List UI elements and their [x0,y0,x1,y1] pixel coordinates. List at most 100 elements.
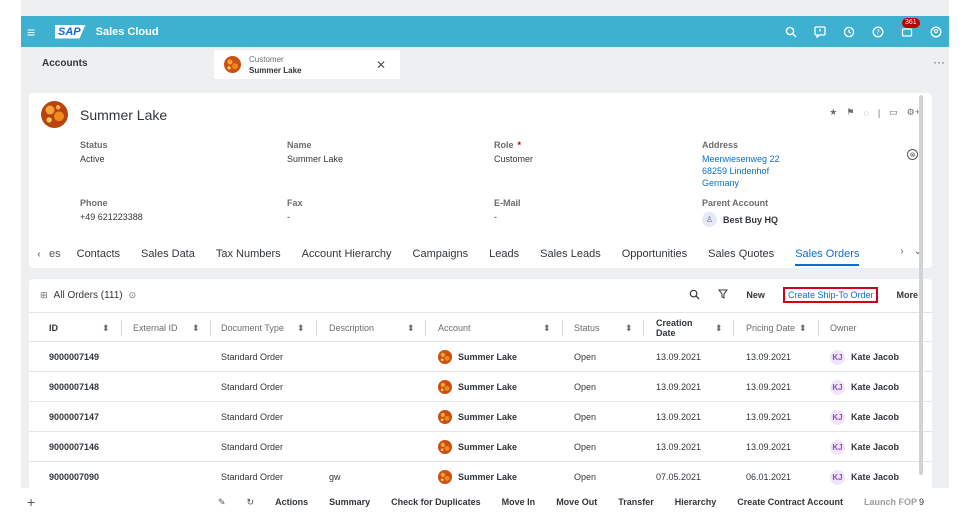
search-icon[interactable] [784,25,798,39]
actions-button[interactable]: Actions [275,497,308,508]
sap-logo[interactable]: SAP [55,24,86,39]
column-header-account[interactable]: Account [438,313,471,343]
sort-icon[interactable]: ⬍ [102,323,110,334]
search-icon[interactable] [689,289,700,302]
column-separator[interactable] [818,320,819,336]
cell-owner[interactable]: KJ Kate Jacob [830,372,899,402]
cell-pricing-date: 13.09.2021 [746,432,791,462]
column-separator[interactable] [121,320,122,336]
settings-icon[interactable]: ⚙+ [907,107,920,118]
table-row[interactable]: 9000007090 Standard Order gw Summer Lake Ope… [29,462,932,489]
column-header-id[interactable]: ID [49,313,58,343]
column-header-external-id[interactable]: External ID [133,313,178,343]
sort-icon[interactable]: ⬍ [297,323,305,334]
column-separator[interactable] [210,320,211,336]
more-button[interactable]: More [896,290,918,300]
column-separator[interactable] [733,320,734,336]
overflow-icon[interactable]: ··· [933,55,945,69]
cell-order-id[interactable]: 9000007090 [49,462,99,489]
tab-campaigns[interactable]: Campaigns [413,248,469,260]
tab-leads[interactable]: Leads [489,248,519,260]
sort-icon[interactable]: ⬍ [715,323,723,334]
tab-opportunities[interactable]: Opportunities [622,248,687,260]
column-separator[interactable] [562,320,563,336]
collapse-icon[interactable]: ⊗ [907,149,918,160]
tab-sales-orders[interactable]: Sales Orders [795,248,860,266]
feedback-icon[interactable] [813,25,827,39]
help-icon[interactable]: ? [871,25,885,39]
chevron-left-icon[interactable]: ‹ [29,249,49,260]
menu-icon[interactable]: ≡ [27,25,47,39]
refresh-icon[interactable]: ↻ [247,497,255,508]
cell-owner[interactable]: KJ Kate Jacob [830,402,899,432]
move-out-button[interactable]: Move Out [556,497,597,508]
chevron-down-icon[interactable]: ⊙ [129,290,137,301]
tab-sales-data[interactable]: Sales Data [141,248,195,260]
add-icon[interactable]: + [27,494,35,510]
cell-account[interactable]: Summer Lake [438,462,517,489]
cell-owner[interactable]: KJ Kate Jacob [830,462,899,489]
sort-icon[interactable]: ⬍ [543,323,551,334]
cell-order-id[interactable]: 9000007147 [49,402,99,432]
column-header-status[interactable]: Status [574,313,600,343]
flag-icon[interactable]: ⚑ [846,107,854,118]
cell-account[interactable]: Summer Lake [438,342,517,372]
cell-owner[interactable]: KJ Kate Jacob [830,432,899,462]
cell-pricing-date: 13.09.2021 [746,372,791,402]
view-selector[interactable]: All Orders (111) [54,290,123,301]
user-icon[interactable] [929,25,943,39]
new-button[interactable]: New [746,290,765,300]
tab-tax-numbers[interactable]: Tax Numbers [216,248,281,260]
parent-account-link[interactable]: ♙ Best Buy HQ [702,212,778,227]
tab-accounts[interactable]: Accounts [42,58,88,69]
sort-icon[interactable]: ⬍ [799,323,807,334]
close-icon[interactable]: ✕ [376,58,386,72]
tab-previous[interactable]: es [49,248,61,260]
cell-order-id[interactable]: 9000007149 [49,342,99,372]
tab-sales-quotes[interactable]: Sales Quotes [708,248,774,260]
edit-icon[interactable]: ✎ [218,497,226,508]
chevron-right-icon[interactable]: › [900,246,903,257]
favorite-icon[interactable]: ★ [829,107,837,118]
column-header-creation-date[interactable]: Creation Date [656,313,711,343]
table-row[interactable]: 9000007147 Standard Order Summer Lake Open 1… [29,402,932,432]
cell-owner[interactable]: KJ Kate Jacob [830,342,899,372]
column-header-document-type[interactable]: Document Type [221,313,284,343]
cell-account[interactable]: Summer Lake [438,372,517,402]
tab-customer-summer-lake[interactable]: Customer Summer Lake ✕ [214,50,400,79]
history-icon[interactable] [842,25,856,39]
cell-account[interactable]: Summer Lake [438,402,517,432]
filter-icon[interactable] [718,289,729,301]
notification-icon[interactable]: 361 [900,17,920,39]
tab-account-hierarchy[interactable]: Account Hierarchy [302,248,392,260]
cell-order-id[interactable]: 9000007146 [49,432,99,462]
tab-sales-leads[interactable]: Sales Leads [540,248,601,260]
check-duplicates-button[interactable]: Check for Duplicates [391,497,481,508]
create-contract-account-button[interactable]: Create Contract Account [737,497,843,508]
column-header-owner[interactable]: Owner [830,313,857,343]
scrollbar[interactable] [919,95,923,475]
cell-order-id[interactable]: 9000007148 [49,372,99,402]
column-separator[interactable] [425,320,426,336]
table-row[interactable]: 9000007146 Standard Order Summer Lake Open 1… [29,432,932,462]
column-header-pricing-date[interactable]: Pricing Date [746,313,796,343]
tab-contacts[interactable]: Contacts [77,248,120,260]
table-row[interactable]: 9000007149 Standard Order Summer Lake Open 1… [29,342,932,372]
create-ship-to-order-button[interactable]: Create Ship-To Order [782,287,879,303]
move-in-button[interactable]: Move In [502,497,536,508]
column-separator[interactable] [643,320,644,336]
sort-icon[interactable]: ⬍ [407,323,415,334]
cell-account[interactable]: Summer Lake [438,432,517,462]
hierarchy-button[interactable]: Hierarchy [675,497,717,508]
chat-icon[interactable]: ▭ [889,107,898,118]
launch-fop-button[interactable]: Launch FOP [864,497,917,508]
table-row[interactable]: 9000007148 Standard Order Summer Lake Open 1… [29,372,932,402]
transfer-button[interactable]: Transfer [618,497,654,508]
column-separator[interactable] [316,320,317,336]
sort-icon[interactable]: ⬍ [192,323,200,334]
column-header-description[interactable]: Description [329,313,374,343]
sort-icon[interactable]: ⬍ [625,323,633,334]
address-link[interactable]: Meerwiesenweg 22 68259 Lindenhof Germany [702,153,780,189]
summary-button[interactable]: Summary [329,497,370,508]
feed-icon[interactable]: ◌ [863,108,868,118]
